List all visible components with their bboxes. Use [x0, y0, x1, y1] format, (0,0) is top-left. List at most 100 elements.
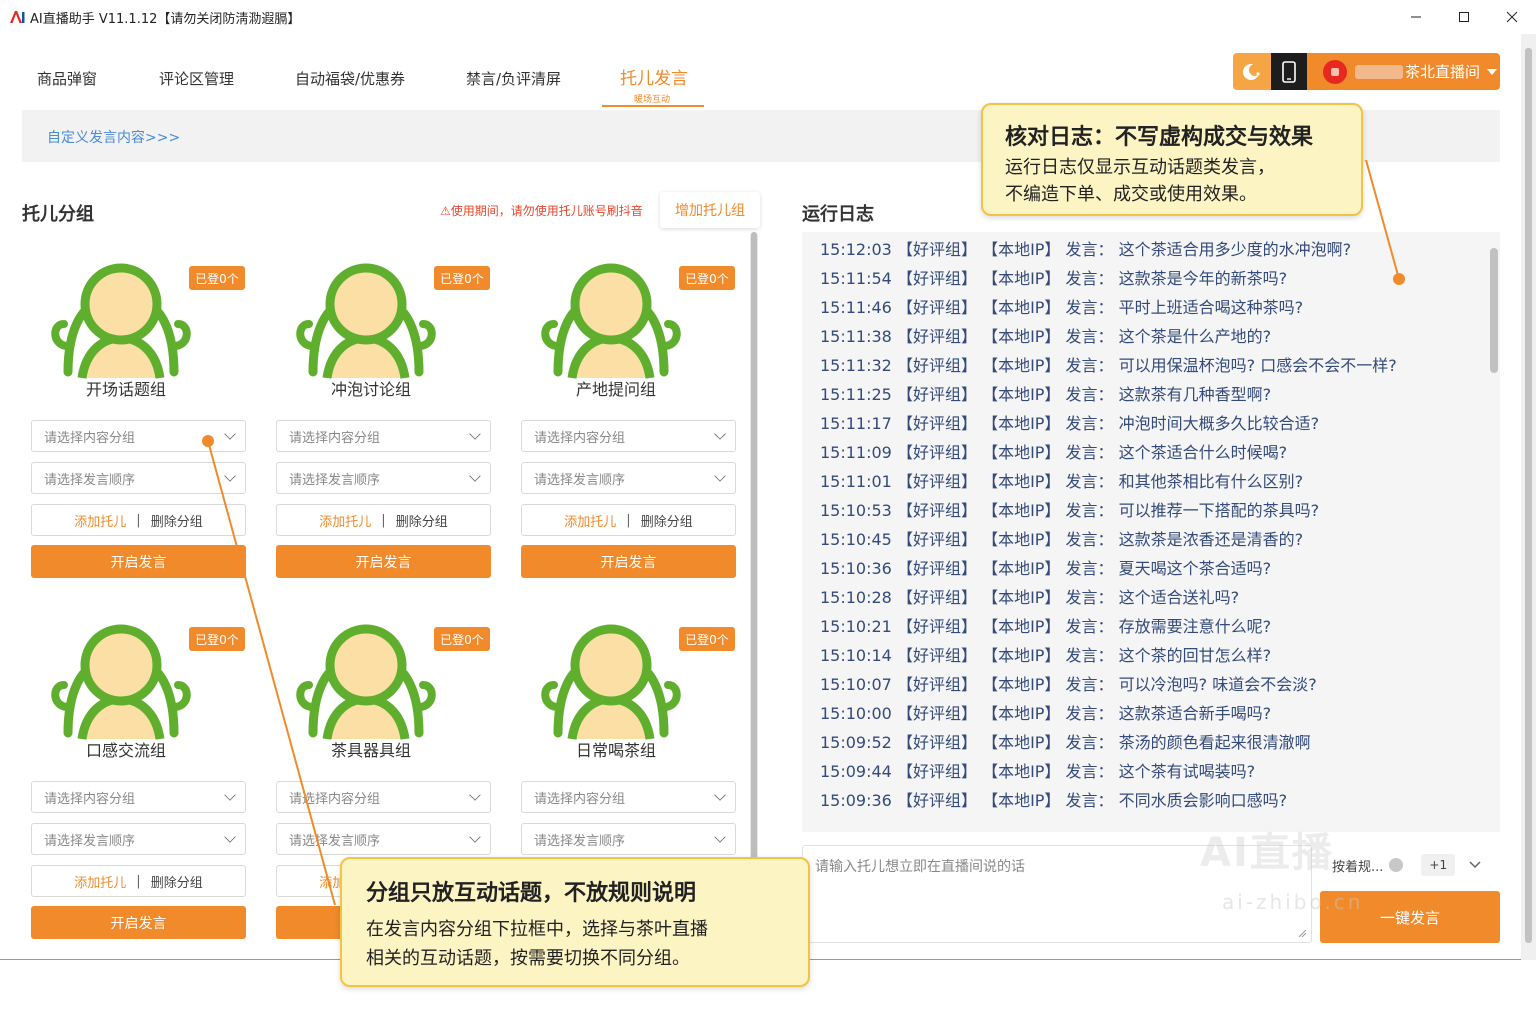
content-group-placeholder: 请选择内容分组 — [44, 791, 136, 807]
log-text: 不同水质会影响口感吗? — [1118, 791, 1288, 810]
log-group-tag: 【好评组】 — [896, 762, 977, 781]
maximize-button[interactable] — [1440, 0, 1488, 34]
resize-handle-icon[interactable] — [1297, 928, 1307, 938]
log-text: 可以推荐一下搭配的茶具吗? — [1118, 501, 1320, 520]
log-text: 这个茶有试喝装吗? — [1118, 762, 1256, 781]
speak-order-select[interactable]: 请选择发言顺序 — [276, 462, 491, 494]
log-text: 这款茶适合新手喝吗? — [1118, 704, 1272, 723]
content-group-select[interactable]: 请选择内容分组 — [276, 420, 491, 452]
delete-group-button[interactable]: 删除分组 — [151, 872, 203, 891]
close-button[interactable] — [1488, 0, 1536, 34]
log-time: 15:11:38 — [820, 327, 892, 346]
speak-order-select[interactable]: 请选择发言顺序 — [521, 462, 736, 494]
logged-in-count-badge: 已登0个 — [679, 627, 735, 651]
start-speaking-button[interactable]: 开启发言 — [31, 906, 246, 939]
scrollbar-thumb[interactable] — [751, 232, 757, 952]
log-speak-label: 发言： — [1065, 385, 1114, 404]
action-separator: | — [626, 512, 631, 528]
start-speaking-button[interactable]: 开启发言 — [276, 545, 491, 578]
add-tuoer-button[interactable]: 添加托儿 — [74, 872, 126, 891]
log-time: 15:11:32 — [820, 356, 892, 375]
start-speaking-button[interactable]: 开启发言 — [521, 545, 736, 578]
start-speaking-button[interactable]: 开启发言 — [31, 545, 246, 578]
run-log-panel: 15:12:03 【好评组】 【本地IP】 发言： 这个茶适合用多少度的水冲泡啊… — [802, 232, 1500, 832]
moon-toggle-icon — [1243, 63, 1261, 80]
group-actions: 添加托儿 | 删除分组 — [521, 504, 736, 536]
speak-order-placeholder: 请选择发言顺序 — [534, 833, 626, 849]
content-group-select[interactable]: 请选择内容分组 — [521, 781, 736, 813]
chevron-down-icon — [224, 470, 236, 482]
log-speak-label: 发言： — [1065, 356, 1114, 375]
log-speak-label: 发言： — [1065, 762, 1114, 781]
delete-group-button[interactable]: 删除分组 — [641, 511, 693, 530]
chevron-down-icon — [224, 831, 236, 843]
chevron-down-icon — [469, 470, 481, 482]
log-entry: 15:11:17 【好评组】 【本地IP】 发言： 冲泡时间大概多久比较合适? — [820, 410, 1319, 434]
tab-mute-clear[interactable]: 禁言/负评清屏 — [466, 68, 561, 89]
content-group-select[interactable]: 请选择内容分组 — [521, 420, 736, 452]
log-entry: 15:10:45 【好评组】 【本地IP】 发言： 这款茶是浓香还是清香的? — [820, 526, 1303, 550]
window-scrollbar-thumb[interactable] — [1525, 48, 1532, 943]
log-text: 可以用保温杯泡吗? 口感会不会不一样? — [1118, 356, 1397, 375]
speak-order-select[interactable]: 请选择发言顺序 — [31, 823, 246, 855]
log-scrollbar[interactable] — [1490, 248, 1498, 373]
chevron-down-icon — [714, 789, 726, 801]
log-ip-tag: 【本地IP】 — [982, 327, 1061, 346]
log-text: 夏天喝这个茶合适吗? — [1118, 559, 1272, 578]
log-entry: 15:11:46 【好评组】 【本地IP】 发言： 平时上班适合喝这种茶吗? — [820, 294, 1303, 318]
speak-order-select[interactable]: 请选择发言顺序 — [31, 462, 246, 494]
minimize-button[interactable] — [1392, 0, 1440, 34]
log-ip-tag: 【本地IP】 — [982, 646, 1061, 665]
tuoer-avatar-icon — [296, 263, 436, 379]
content-group-select[interactable]: 请选择内容分组 — [31, 420, 246, 452]
log-speak-label: 发言： — [1065, 530, 1114, 549]
log-group-tag: 【好评组】 — [896, 356, 977, 375]
log-speak-label: 发言： — [1065, 240, 1114, 259]
chevron-down-icon — [714, 831, 726, 843]
add-tuoer-button[interactable]: 添加托儿 — [564, 511, 616, 530]
tuoer-group-card: 已登0个 口感交流组 请选择内容分组 请选择发言顺序 添加托儿 | 删除分组 开… — [31, 624, 246, 967]
log-entry: 15:09:52 【好评组】 【本地IP】 发言： 茶汤的颜色看起来很清澈啊 — [820, 729, 1311, 753]
chip-remove-icon[interactable] — [1389, 858, 1404, 872]
log-time: 15:11:01 — [820, 472, 892, 491]
content-group-select[interactable]: 请选择内容分组 — [276, 781, 491, 813]
blurred-account-name — [1355, 64, 1403, 79]
group-name: 日常喝茶组 — [575, 741, 656, 760]
log-ip-tag: 【本地IP】 — [982, 675, 1061, 694]
add-tuoer-button[interactable]: 添加托儿 — [74, 511, 126, 530]
window-scrollbar[interactable] — [1521, 34, 1536, 960]
log-entry: 15:10:28 【好评组】 【本地IP】 发言： 这个适合送礼吗? — [820, 584, 1239, 608]
live-room-selector[interactable]: 茶北直播间 — [1307, 53, 1500, 90]
tab-tuoer-speak[interactable]: 托儿发言 暖场互动 — [620, 64, 688, 105]
log-group-tag: 【好评组】 — [896, 646, 977, 665]
add-tuoer-group-button[interactable]: 增加托儿组 — [660, 192, 760, 228]
log-time: 15:11:09 — [820, 443, 892, 462]
log-entry: 15:09:44 【好评组】 【本地IP】 发言： 这个茶有试喝装吗? — [820, 758, 1255, 782]
chevron-down-icon — [224, 428, 236, 440]
custom-content-link[interactable]: 自定义发言内容>>> — [47, 127, 180, 147]
log-text: 茶汤的颜色看起来很清澈啊 — [1118, 733, 1311, 752]
tab-comment-management[interactable]: 评论区管理 — [159, 68, 234, 89]
callout-bottom-line1: 在发言内容分组下拉框中，选择与茶叶直播 — [366, 919, 708, 940]
chevron-down-icon — [224, 789, 236, 801]
content-group-select[interactable]: 请选择内容分组 — [31, 781, 246, 813]
group-list-scrollbar[interactable] — [750, 232, 758, 952]
mobile-mode-button[interactable] — [1271, 53, 1307, 90]
tab-auto-lucky-bag[interactable]: 自动福袋/优惠券 — [295, 68, 405, 89]
speak-order-placeholder: 请选择发言顺序 — [289, 833, 381, 849]
tab-product-popup[interactable]: 商品弹窗 — [37, 68, 97, 89]
theme-toggle-button[interactable] — [1233, 53, 1271, 90]
log-ip-tag: 【本地IP】 — [982, 617, 1061, 636]
callout-bottom-title: 分组只放互动话题，不放规则说明 — [366, 881, 697, 906]
add-tuoer-button[interactable]: 添加托儿 — [319, 511, 371, 530]
speak-order-select[interactable]: 请选择发言顺序 — [276, 823, 491, 855]
log-time: 15:10:28 — [820, 588, 892, 607]
delete-group-button[interactable]: 删除分组 — [396, 511, 448, 530]
log-group-tag: 【好评组】 — [896, 704, 977, 723]
group-name: 冲泡讨论组 — [330, 380, 411, 399]
log-group-tag: 【好评组】 — [896, 559, 977, 578]
delete-group-button[interactable]: 删除分组 — [151, 511, 203, 530]
instant-speak-placeholder: 请输入托儿想立即在直播间说的话 — [815, 859, 1025, 875]
speak-order-select[interactable]: 按着规... +1 — [1320, 848, 1498, 882]
speak-order-select[interactable]: 请选择发言顺序 — [521, 823, 736, 855]
